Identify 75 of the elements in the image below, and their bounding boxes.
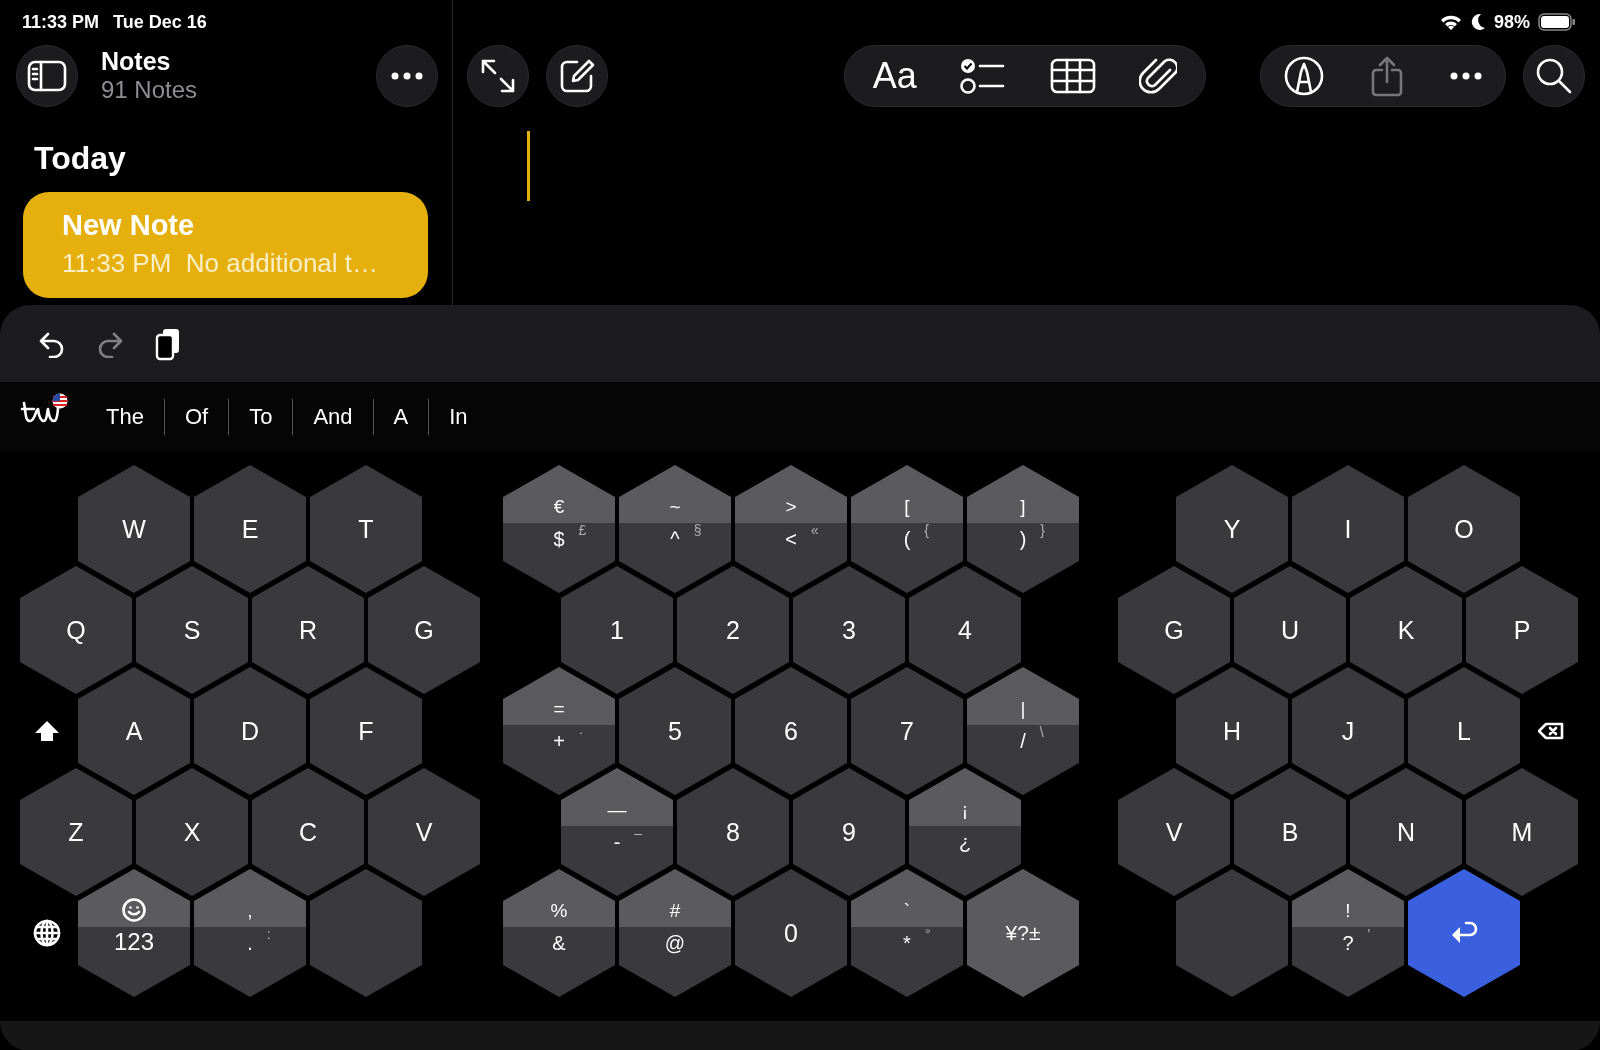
share-icon	[1370, 55, 1404, 97]
character-key[interactable]: G	[1118, 566, 1230, 694]
character-key[interactable]: V	[368, 768, 480, 896]
checklist-icon	[960, 57, 1007, 95]
section-heading: Today	[34, 139, 127, 178]
character-key[interactable]: 0	[735, 869, 847, 997]
table-button[interactable]	[1049, 58, 1096, 94]
moon-icon	[1469, 13, 1486, 31]
globe-key[interactable]	[33, 919, 61, 947]
more-icon	[391, 72, 423, 80]
battery-icon	[1538, 13, 1576, 31]
character-key[interactable]: P	[1466, 566, 1578, 694]
flag-icon	[52, 393, 68, 409]
character-key[interactable]: W	[78, 465, 190, 593]
suggestion-item[interactable]: Of	[164, 404, 229, 430]
symbol-key[interactable]: | / \	[967, 667, 1079, 795]
symbol-key[interactable]: , . :	[194, 869, 306, 997]
character-key[interactable]: O	[1408, 465, 1520, 593]
character-key[interactable]: V	[1118, 768, 1230, 896]
symbol-key[interactable]: € $ £	[503, 465, 615, 593]
symbol-key[interactable]: [ ( {	[851, 465, 963, 593]
symbol-key[interactable]: ~ ^ §	[619, 465, 731, 593]
character-key[interactable]: G	[368, 566, 480, 694]
status-date: Tue Dec 16	[113, 11, 207, 33]
globe-icon	[33, 919, 61, 947]
symbol-key[interactable]: ! ? '	[1292, 869, 1404, 997]
numbers-key[interactable]: 123	[78, 869, 190, 997]
character-key[interactable]: Z	[20, 768, 132, 896]
delete-key[interactable]	[1538, 722, 1564, 740]
expand-arrows-icon	[480, 58, 516, 94]
note-preview: No additional t…	[185, 248, 379, 278]
suggestion-item[interactable]: The	[86, 404, 164, 430]
shift-icon	[34, 719, 60, 743]
symbol-key[interactable]: > < «	[735, 465, 847, 593]
symbol-key[interactable]: ] ) }	[967, 465, 1079, 593]
folder-title: Notes	[101, 47, 172, 75]
character-key[interactable]: T	[310, 465, 422, 593]
compose-icon	[559, 58, 595, 94]
table-icon	[1049, 58, 1096, 94]
search-icon	[1535, 57, 1573, 95]
character-key[interactable]: E	[194, 465, 306, 593]
character-key[interactable]: Q	[20, 566, 132, 694]
checklist-button[interactable]	[960, 57, 1007, 95]
character-key[interactable]: M	[1466, 768, 1578, 896]
suggestion-item[interactable]: To	[229, 404, 293, 430]
pen-circle-icon	[1284, 56, 1324, 96]
shift-key[interactable]	[34, 719, 60, 743]
sidebar-icon	[27, 60, 67, 92]
paste-button[interactable]	[154, 326, 182, 361]
note-count: 91 Notes	[101, 75, 199, 105]
markup-button[interactable]	[1284, 56, 1324, 96]
note-title: New Note	[62, 208, 196, 243]
suggestion-item[interactable]: A	[373, 404, 429, 430]
status-time: 11:33 PM	[22, 11, 100, 33]
delete-icon	[1538, 722, 1564, 740]
character-key[interactable]: Y	[1176, 465, 1288, 593]
symbol-key[interactable]: = + ·	[503, 667, 615, 795]
paperclip-icon	[1139, 56, 1178, 96]
symbol-key[interactable]: ` * °	[851, 869, 963, 997]
character-key[interactable]: I	[1292, 465, 1404, 593]
attachment-button[interactable]	[1139, 56, 1178, 96]
suggestion-item[interactable]: And	[293, 404, 373, 430]
symbol-key[interactable]: # @	[619, 869, 731, 997]
clipboard-icon	[154, 326, 182, 361]
suggestion-item[interactable]: In	[429, 404, 488, 430]
symbols-key[interactable]: ¥?±	[967, 869, 1079, 997]
more-icon	[1450, 72, 1482, 80]
more-button[interactable]	[1450, 72, 1482, 80]
battery-percent: 98%	[1493, 11, 1530, 33]
symbol-key[interactable]: % &	[503, 869, 615, 997]
smiley-icon	[122, 898, 146, 922]
note-time: 11:33 PM	[62, 248, 172, 278]
wifi-icon	[1439, 14, 1462, 30]
text-cursor	[527, 131, 530, 201]
format-button[interactable]: Aa	[872, 55, 917, 97]
